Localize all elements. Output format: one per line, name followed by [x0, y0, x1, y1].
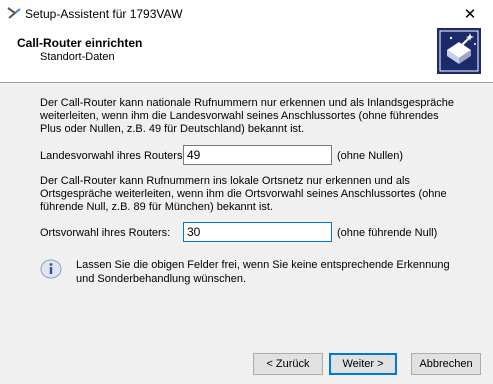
country-code-description: Der Call-Router kann nationale Rufnummer… — [40, 97, 454, 135]
page-title: Call-Router einrichten — [17, 36, 143, 50]
info-icon — [40, 259, 62, 279]
area-code-label: Ortsvorwahl ihres Routers: — [40, 227, 171, 239]
country-code-hint: (ohne Nullen) — [337, 150, 404, 162]
area-code-description: Der Call-Router kann Rufnummern ins loka… — [40, 175, 447, 213]
cancel-button[interactable]: Abbrechen — [411, 353, 481, 375]
next-button[interactable]: Weiter > — [329, 353, 397, 375]
area-code-input[interactable] — [183, 222, 332, 242]
wizard-header: Call-Router einrichten Standort-Daten — [0, 28, 493, 83]
area-code-hint: (ohne führende Null) — [337, 227, 438, 239]
wizard-wand-icon — [437, 28, 481, 74]
back-button[interactable]: < Zurück — [253, 353, 323, 375]
app-icon — [7, 7, 21, 19]
title-bar: Setup-Assistent für 1793VAW ✕ — [0, 0, 493, 28]
close-button[interactable]: ✕ — [447, 0, 493, 28]
window-title: Setup-Assistent für 1793VAW — [25, 7, 183, 21]
country-code-input[interactable] — [183, 145, 332, 165]
country-code-label: Landesvorwahl ihres Routers: — [40, 150, 186, 162]
page-subtitle: Standort-Daten — [40, 51, 115, 63]
info-text: Lassen Sie die obigen Felder frei, wenn … — [76, 259, 450, 285]
close-icon: ✕ — [463, 6, 477, 23]
